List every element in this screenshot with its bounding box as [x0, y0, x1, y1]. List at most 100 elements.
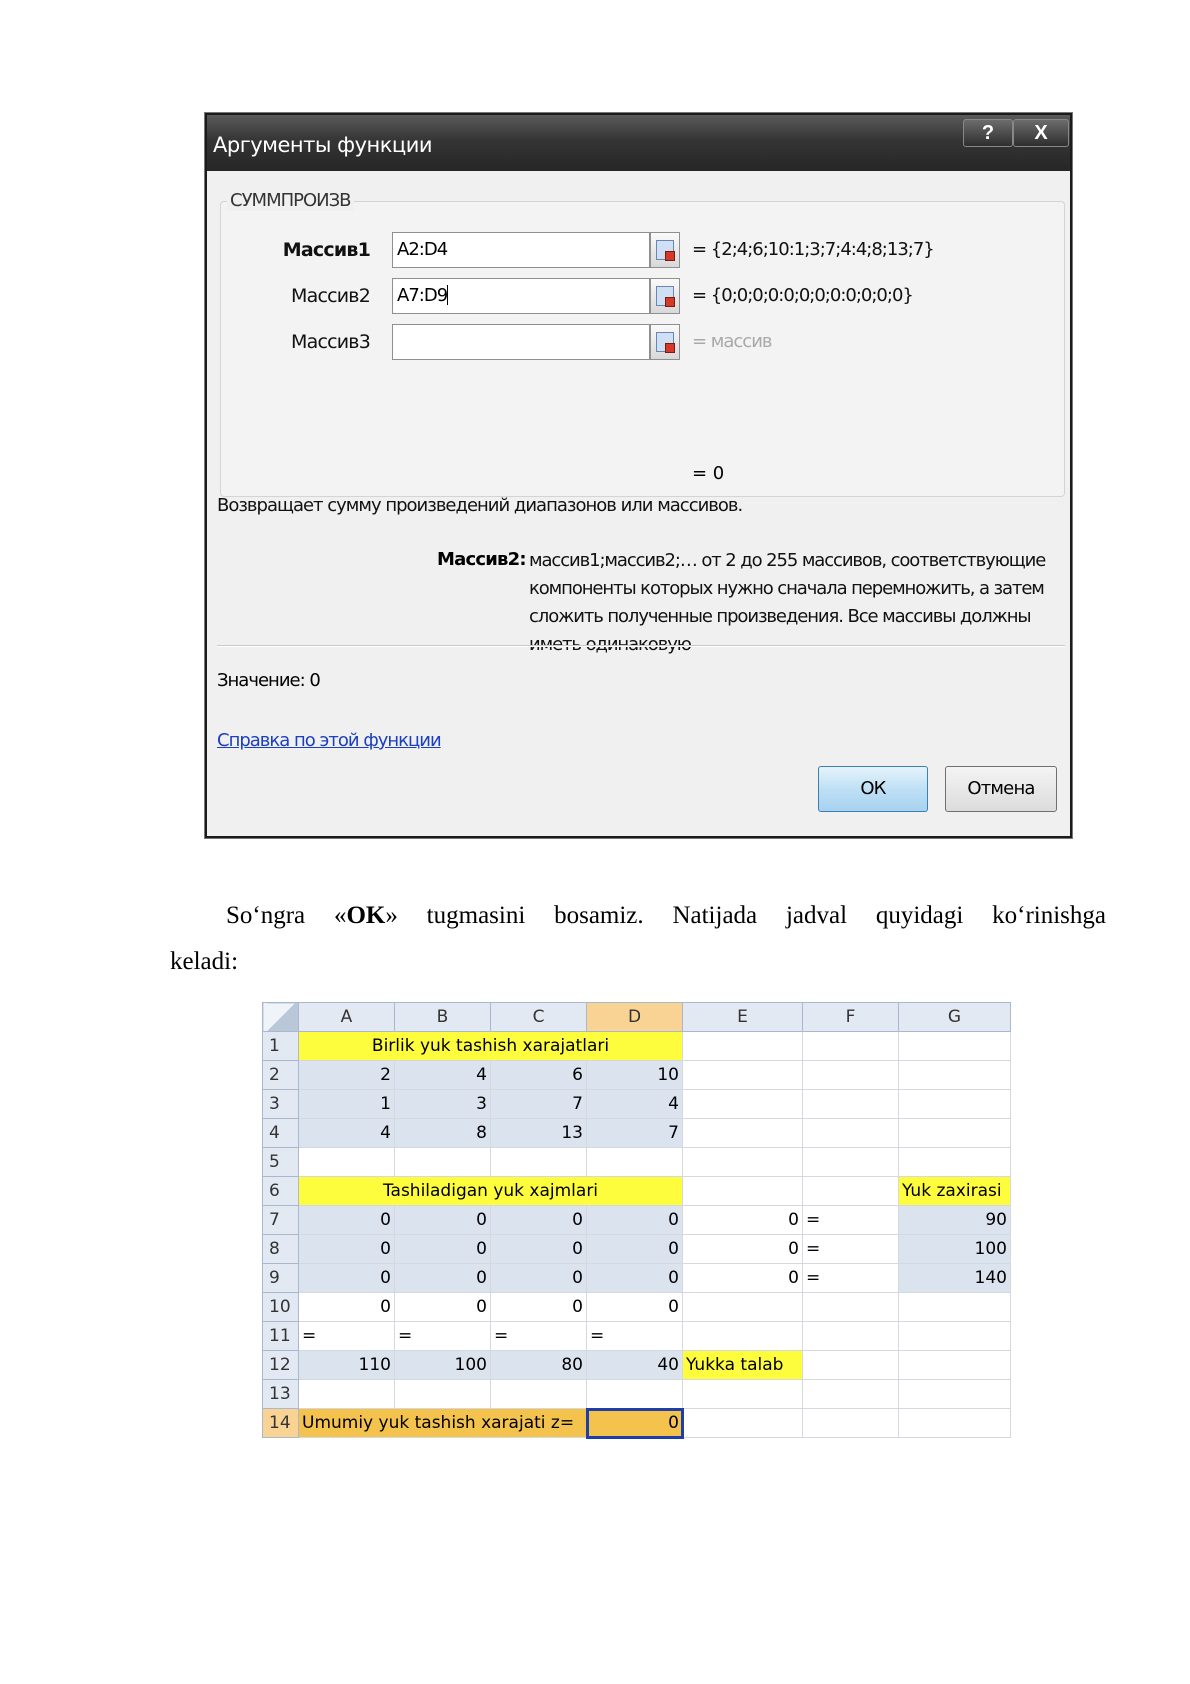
- row-header[interactable]: 13: [262, 1379, 299, 1409]
- cell[interactable]: [898, 1350, 1011, 1380]
- col-sum-cell[interactable]: 0: [490, 1292, 587, 1322]
- arg2-range-picker-button[interactable]: [650, 278, 680, 314]
- cell[interactable]: 7: [490, 1089, 587, 1119]
- eq-cell[interactable]: =: [802, 1234, 899, 1264]
- row-header[interactable]: 11: [262, 1321, 299, 1351]
- cell[interactable]: [394, 1379, 491, 1409]
- cell[interactable]: [802, 1118, 899, 1148]
- stock-cell[interactable]: 100: [898, 1234, 1011, 1264]
- row-header[interactable]: 2: [262, 1060, 299, 1090]
- column-header[interactable]: F: [802, 1002, 899, 1032]
- row-header[interactable]: 12: [262, 1350, 299, 1380]
- cell[interactable]: 0: [394, 1234, 491, 1264]
- help-button[interactable]: ?: [963, 119, 1013, 147]
- cell[interactable]: [802, 1350, 899, 1380]
- cell[interactable]: [586, 1379, 683, 1409]
- total-cost-cell[interactable]: 0: [585, 1407, 684, 1439]
- stock-cell[interactable]: 90: [898, 1205, 1011, 1235]
- cell[interactable]: 4: [586, 1089, 683, 1119]
- cell[interactable]: [802, 1379, 899, 1409]
- cell[interactable]: [682, 1408, 803, 1438]
- column-header[interactable]: C: [490, 1002, 587, 1032]
- cell[interactable]: [802, 1408, 899, 1438]
- cell[interactable]: [802, 1089, 899, 1119]
- stock-label-cell[interactable]: Yuk zaxirasi: [898, 1176, 1011, 1206]
- arg2-input[interactable]: A7:D9: [392, 278, 650, 314]
- cell[interactable]: 0: [298, 1205, 395, 1235]
- volume-table-title[interactable]: Tashiladigan yuk xajmlari: [298, 1176, 683, 1206]
- row-header[interactable]: 4: [262, 1118, 299, 1148]
- cell[interactable]: 0: [490, 1263, 587, 1293]
- cell[interactable]: 4: [298, 1118, 395, 1148]
- cell[interactable]: [682, 1147, 803, 1177]
- row-header[interactable]: 8: [262, 1234, 299, 1264]
- row-sum-cell[interactable]: 0: [682, 1263, 803, 1293]
- cell[interactable]: [898, 1408, 1011, 1438]
- cell[interactable]: [682, 1089, 803, 1119]
- row-header[interactable]: 5: [262, 1147, 299, 1177]
- demand-cell[interactable]: 80: [490, 1350, 587, 1380]
- cell[interactable]: [898, 1147, 1011, 1177]
- cell[interactable]: 0: [586, 1205, 683, 1235]
- arg1-input[interactable]: A2:D4: [392, 232, 650, 268]
- cell[interactable]: [898, 1321, 1011, 1351]
- cell[interactable]: [682, 1060, 803, 1090]
- cell[interactable]: [898, 1292, 1011, 1322]
- eq-cell[interactable]: =: [802, 1263, 899, 1293]
- function-help-link[interactable]: Справка по этой функции: [217, 730, 442, 751]
- cell[interactable]: [802, 1292, 899, 1322]
- eq-cell[interactable]: =: [298, 1321, 395, 1351]
- cell[interactable]: [898, 1379, 1011, 1409]
- arg3-range-picker-button[interactable]: [650, 324, 680, 360]
- cell[interactable]: [682, 1321, 803, 1351]
- cell[interactable]: 2: [298, 1060, 395, 1090]
- eq-cell[interactable]: =: [490, 1321, 587, 1351]
- cell[interactable]: [802, 1176, 899, 1206]
- cell[interactable]: 3: [394, 1089, 491, 1119]
- cell[interactable]: 6: [490, 1060, 587, 1090]
- cell[interactable]: [298, 1147, 395, 1177]
- eq-cell[interactable]: =: [586, 1321, 683, 1351]
- column-header[interactable]: B: [394, 1002, 491, 1032]
- cell[interactable]: [898, 1060, 1011, 1090]
- column-header[interactable]: D: [586, 1002, 683, 1032]
- col-sum-cell[interactable]: 0: [298, 1292, 395, 1322]
- row-header[interactable]: 6: [262, 1176, 299, 1206]
- cell[interactable]: [682, 1379, 803, 1409]
- cell[interactable]: 0: [490, 1205, 587, 1235]
- cell[interactable]: [586, 1147, 683, 1177]
- close-button[interactable]: X: [1013, 119, 1069, 147]
- eq-cell[interactable]: =: [394, 1321, 491, 1351]
- cell[interactable]: [802, 1060, 899, 1090]
- col-sum-cell[interactable]: 0: [586, 1292, 683, 1322]
- cell[interactable]: [802, 1031, 899, 1061]
- row-sum-cell[interactable]: 0: [682, 1234, 803, 1264]
- row-header[interactable]: 10: [262, 1292, 299, 1322]
- cell[interactable]: 0: [394, 1263, 491, 1293]
- cell[interactable]: 10: [586, 1060, 683, 1090]
- cell[interactable]: 8: [394, 1118, 491, 1148]
- cell[interactable]: [682, 1176, 803, 1206]
- ok-button[interactable]: ОК: [818, 766, 928, 812]
- cell[interactable]: [898, 1031, 1011, 1061]
- row-header[interactable]: 1: [262, 1031, 299, 1061]
- cost-table-title[interactable]: Birlik yuk tashish xarajatlari: [298, 1031, 683, 1061]
- cell[interactable]: [802, 1147, 899, 1177]
- stock-cell[interactable]: 140: [898, 1263, 1011, 1293]
- row-sum-cell[interactable]: 0: [682, 1205, 803, 1235]
- cancel-button[interactable]: Отмена: [945, 766, 1057, 812]
- cell[interactable]: [682, 1031, 803, 1061]
- demand-cell[interactable]: 110: [298, 1350, 395, 1380]
- eq-cell[interactable]: =: [802, 1205, 899, 1235]
- dialog-titlebar[interactable]: Аргументы функции ? X: [207, 115, 1070, 171]
- row-header[interactable]: 3: [262, 1089, 299, 1119]
- demand-cell[interactable]: 40: [586, 1350, 683, 1380]
- cell[interactable]: 0: [394, 1205, 491, 1235]
- column-header[interactable]: E: [682, 1002, 803, 1032]
- cell[interactable]: [802, 1321, 899, 1351]
- cell[interactable]: 13: [490, 1118, 587, 1148]
- cell[interactable]: [394, 1147, 491, 1177]
- column-header[interactable]: A: [298, 1002, 395, 1032]
- cell[interactable]: [682, 1292, 803, 1322]
- col-sum-cell[interactable]: 0: [394, 1292, 491, 1322]
